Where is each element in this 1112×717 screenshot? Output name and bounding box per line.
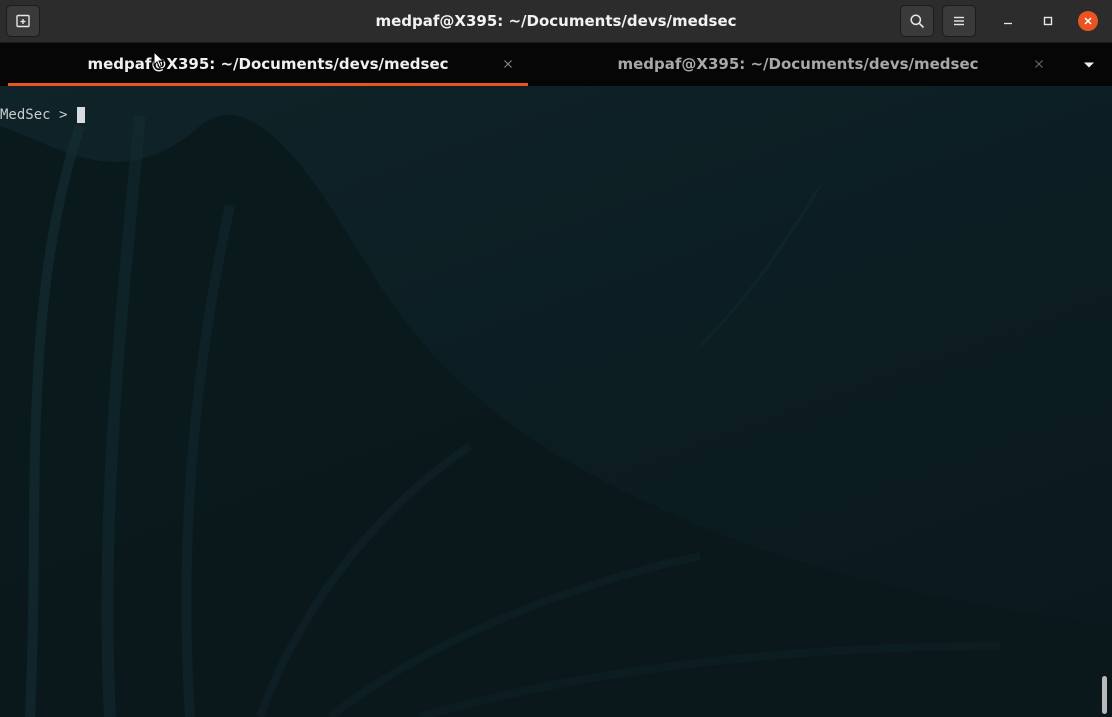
tab-bar: medpaf@X395: ~/Documents/devs/medsec med… [0,43,1112,86]
close-icon [1035,60,1043,68]
text-cursor [76,107,85,123]
title-bar: medpaf@X395: ~/Documents/devs/medsec [0,0,1112,43]
maximize-button[interactable] [1038,11,1058,31]
search-button[interactable] [900,5,934,37]
shell-prompt: MedSec > [0,107,76,123]
close-icon [504,60,512,68]
tab-terminal-2[interactable]: medpaf@X395: ~/Documents/devs/medsec [536,43,1060,86]
minimize-icon [1004,22,1012,25]
tab-label: medpaf@X395: ~/Documents/devs/medsec [617,55,979,73]
menu-button[interactable] [942,5,976,37]
mouse-pointer-icon [153,51,165,69]
new-tab-button[interactable] [6,5,40,37]
chevron-down-icon [1084,62,1094,68]
tab-close-button[interactable] [1030,55,1048,73]
background-wallpaper [0,114,1112,717]
close-button[interactable] [1078,11,1098,31]
hamburger-menu-icon [954,16,964,26]
tabs-dropdown-button[interactable] [1078,55,1100,75]
tab-close-button[interactable] [499,55,517,73]
tab-terminal-1[interactable]: medpaf@X395: ~/Documents/devs/medsec [8,43,528,86]
tab-label: medpaf@X395: ~/Documents/devs/medsec [87,55,449,73]
maximize-icon [1043,16,1053,26]
search-icon [910,14,924,28]
minimize-button[interactable] [998,11,1018,31]
new-tab-icon [16,14,30,28]
close-icon [1084,17,1092,25]
scrollbar[interactable] [1102,676,1107,714]
prompt-line: MedSec > [0,106,85,124]
terminal-area[interactable]: MedSec > [0,86,1112,717]
